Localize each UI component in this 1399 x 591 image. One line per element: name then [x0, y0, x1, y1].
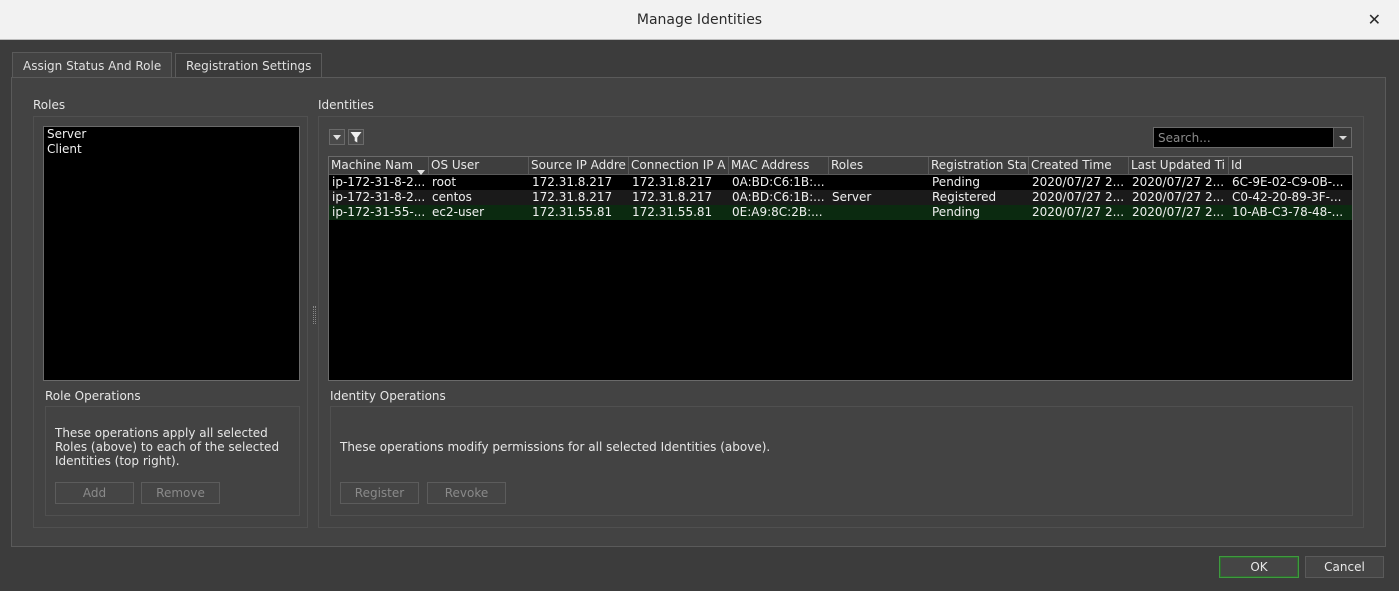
column-header-os-user[interactable]: OS User: [429, 157, 529, 175]
table-cell: 172.31.8.217: [532, 190, 613, 204]
table-cell: 6C-9E-02-C9-0B-...: [1232, 175, 1344, 189]
table-cell: Pending: [932, 175, 980, 189]
table-cell: 2020/07/27 2...: [1032, 175, 1125, 189]
filter-icon[interactable]: [348, 129, 364, 145]
column-chooser-dropdown-icon[interactable]: [329, 129, 345, 145]
column-header-id[interactable]: Id: [1229, 157, 1352, 175]
table-cell: [829, 205, 929, 220]
table-cell: centos: [432, 190, 472, 204]
column-header-roles[interactable]: Roles: [829, 157, 929, 175]
title-bar: Manage Identities ✕: [0, 0, 1399, 40]
remove-role-button[interactable]: Remove: [141, 482, 220, 504]
column-header-machine-name[interactable]: Machine Nam: [329, 157, 429, 175]
table-row[interactable]: ip-172-31-55-... ec2-user 172.31.55.81 172.…: [329, 205, 1352, 220]
column-header-last-updated-time[interactable]: Last Updated Ti: [1129, 157, 1229, 175]
table-cell: root: [432, 175, 457, 189]
table-cell: 0A:BD:C6:1B:...: [732, 190, 825, 204]
window-title: Manage Identities: [636, 11, 763, 28]
ok-button[interactable]: OK: [1219, 556, 1299, 578]
table-cell: 0E:A9:8C:2B:...: [732, 205, 823, 219]
identity-operations-description: These operations modify permissions for …: [340, 440, 771, 454]
table-cell: ip-172-31-8-2...: [332, 190, 426, 204]
sort-descending-icon: [417, 163, 425, 175]
roles-heading: Roles: [33, 98, 66, 112]
role-operations-description: These operations apply all selected Role…: [55, 426, 280, 468]
table-cell: 172.31.55.81: [632, 205, 713, 219]
splitter-handle[interactable]: [313, 306, 316, 324]
table-cell: 172.31.8.217: [532, 175, 613, 189]
table-cell: 172.31.8.217: [632, 190, 713, 204]
role-item-server[interactable]: Server: [44, 127, 299, 142]
roles-list[interactable]: Server Client: [43, 126, 300, 381]
column-header-connection-ip[interactable]: Connection IP A: [629, 157, 729, 175]
table-cell: 2020/07/27 2...: [1132, 190, 1225, 204]
identity-operations-heading: Identity Operations: [330, 389, 446, 403]
role-item-client[interactable]: Client: [44, 142, 299, 157]
table-cell: ip-172-31-8-2...: [332, 175, 426, 189]
search-box[interactable]: [1153, 127, 1352, 148]
revoke-button[interactable]: Revoke: [427, 482, 506, 504]
close-icon[interactable]: ✕: [1368, 10, 1381, 29]
identities-heading: Identities: [318, 98, 374, 112]
table-cell: 172.31.55.81: [532, 205, 613, 219]
table-cell: [829, 175, 929, 190]
table-cell: ip-172-31-55-...: [332, 205, 426, 219]
table-cell: 0A:BD:C6:1B:...: [732, 175, 825, 189]
table-body: ip-172-31-8-2... root 172.31.8.217 172.31.8…: [329, 175, 1352, 220]
register-button[interactable]: Register: [340, 482, 419, 504]
column-header-registration-status[interactable]: Registration Sta: [929, 157, 1029, 175]
table-cell: 2020/07/27 2...: [1032, 190, 1125, 204]
table-cell: Pending: [932, 205, 980, 219]
table-cell: Registered: [932, 190, 997, 204]
table-cell: 10-AB-C3-78-48-...: [1232, 205, 1344, 219]
identities-table[interactable]: Machine Nam OS User Source IP Addre Conn…: [328, 156, 1353, 381]
column-header-label: Machine Nam: [331, 158, 414, 172]
search-input[interactable]: [1154, 128, 1333, 147]
add-role-button[interactable]: Add: [55, 482, 134, 504]
column-header-mac-address[interactable]: MAC Address: [729, 157, 829, 175]
table-cell: ec2-user: [432, 205, 485, 219]
table-cell: 2020/07/27 2...: [1132, 205, 1225, 219]
table-header: Machine Nam OS User Source IP Addre Conn…: [329, 157, 1352, 175]
table-cell: 2020/07/27 2...: [1032, 205, 1125, 219]
table-row[interactable]: ip-172-31-8-2... centos 172.31.8.217 172.31…: [329, 190, 1352, 205]
table-cell: Server: [832, 190, 872, 204]
table-cell: 172.31.8.217: [632, 175, 713, 189]
cancel-button[interactable]: Cancel: [1305, 556, 1384, 578]
tab-registration-settings[interactable]: Registration Settings: [175, 53, 323, 77]
table-row[interactable]: ip-172-31-8-2... root 172.31.8.217 172.31.8…: [329, 175, 1352, 190]
column-header-created-time[interactable]: Created Time: [1029, 157, 1129, 175]
role-operations-heading: Role Operations: [45, 389, 141, 403]
search-dropdown-icon[interactable]: [1333, 128, 1351, 147]
table-cell: 2020/07/27 2...: [1132, 175, 1225, 189]
table-cell: C0-42-20-89-3F-...: [1232, 190, 1342, 204]
column-header-source-ip[interactable]: Source IP Addre: [529, 157, 629, 175]
tab-assign-status-and-role[interactable]: Assign Status And Role: [12, 52, 173, 78]
